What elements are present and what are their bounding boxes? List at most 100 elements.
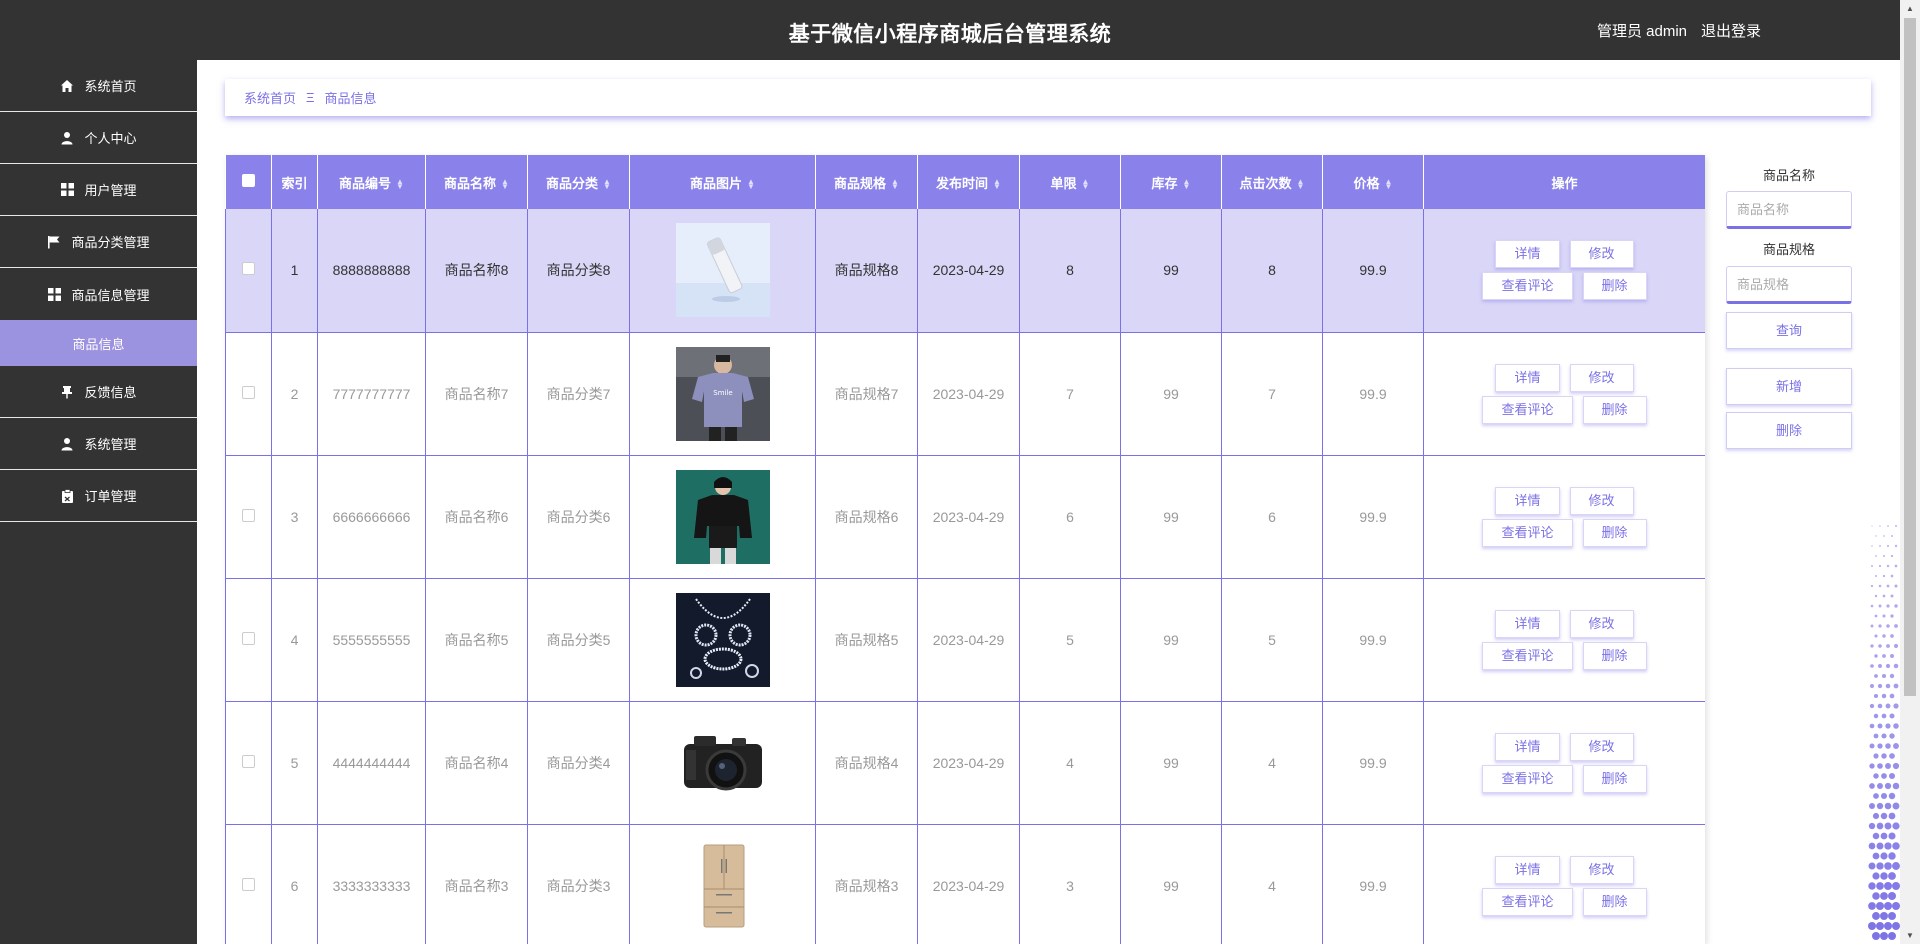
edit-button[interactable]: 修改 bbox=[1569, 363, 1634, 392]
batch-delete-button[interactable]: 删除 bbox=[1726, 412, 1852, 449]
scroll-up-arrow-icon[interactable]: ▲ bbox=[1900, 0, 1920, 17]
row-checkbox[interactable] bbox=[242, 754, 255, 768]
sidebar-item-users[interactable]: 用户管理 bbox=[0, 164, 197, 216]
sidebar-subitem-product-info[interactable]: 商品信息 bbox=[0, 320, 197, 366]
sidebar-item-profile[interactable]: 个人中心 bbox=[0, 112, 197, 164]
sort-icon[interactable]: ▲ ▼ bbox=[747, 178, 755, 191]
detail-button[interactable]: 详情 bbox=[1495, 363, 1560, 392]
delete-button[interactable]: 删除 bbox=[1582, 641, 1647, 670]
row-select-cell[interactable] bbox=[225, 332, 272, 456]
camera-image[interactable] bbox=[630, 715, 815, 810]
cell-price: 99.9 bbox=[1322, 455, 1424, 579]
sidebar-item-orders[interactable]: 订单管理 bbox=[0, 470, 197, 522]
cell-image[interactable]: Smile bbox=[629, 332, 816, 456]
cell-image[interactable] bbox=[629, 701, 816, 825]
sidebar-item-system[interactable]: 系统管理 bbox=[0, 418, 197, 470]
column-header-spec[interactable]: 商品规格 ▲ ▼ bbox=[815, 155, 918, 209]
column-header-image[interactable]: 商品图片 ▲ ▼ bbox=[629, 155, 816, 209]
row-select-cell[interactable] bbox=[225, 578, 272, 702]
view-comments-button[interactable]: 查看评论 bbox=[1482, 641, 1573, 670]
add-button[interactable]: 新增 bbox=[1726, 368, 1852, 405]
fridge-image[interactable] bbox=[630, 838, 815, 933]
detail-button[interactable]: 详情 bbox=[1495, 240, 1560, 269]
product-spec-input[interactable] bbox=[1726, 266, 1852, 304]
sidebar-item-home[interactable]: 系统首页 bbox=[0, 60, 197, 112]
sort-icon[interactable]: ▲ ▼ bbox=[1183, 178, 1191, 191]
row-select-cell[interactable] bbox=[225, 824, 272, 944]
edit-button[interactable]: 修改 bbox=[1569, 240, 1634, 269]
scroll-thumb[interactable] bbox=[1904, 18, 1916, 696]
sort-icon[interactable]: ▲ ▼ bbox=[396, 178, 404, 191]
breadcrumb-home[interactable]: 系统首页 bbox=[244, 88, 296, 107]
edit-button[interactable]: 修改 bbox=[1569, 609, 1634, 638]
view-comments-button[interactable]: 查看评论 bbox=[1482, 764, 1573, 793]
product-name-input[interactable] bbox=[1726, 191, 1852, 229]
cell-category: 商品分类3 bbox=[527, 824, 630, 944]
column-header-price[interactable]: 价格 ▲ ▼ bbox=[1322, 155, 1424, 209]
cell-image[interactable] bbox=[629, 578, 816, 702]
detail-button[interactable]: 详情 bbox=[1495, 855, 1560, 884]
column-header-name[interactable]: 商品名称 ▲ ▼ bbox=[425, 155, 528, 209]
delete-button[interactable]: 删除 bbox=[1582, 518, 1647, 547]
row-checkbox[interactable] bbox=[242, 508, 255, 522]
jacket-image[interactable] bbox=[630, 469, 815, 564]
tshirt-image[interactable]: Smile bbox=[630, 346, 815, 441]
column-header-stock[interactable]: 库存 ▲ ▼ bbox=[1120, 155, 1222, 209]
cell-name: 商品名称6 bbox=[425, 455, 528, 579]
delete-button[interactable]: 删除 bbox=[1582, 887, 1647, 916]
table-row: 3 6666666666 商品名称6 商品分类6 商品规格6 2023-04-2… bbox=[225, 455, 1705, 579]
row-checkbox[interactable] bbox=[242, 385, 255, 399]
view-comments-button[interactable]: 查看评论 bbox=[1482, 518, 1573, 547]
jewelry-image[interactable] bbox=[630, 592, 815, 687]
cell-image[interactable] bbox=[629, 209, 816, 333]
column-header-clicks[interactable]: 点击次数 ▲ ▼ bbox=[1221, 155, 1323, 209]
query-button[interactable]: 查询 bbox=[1726, 312, 1852, 349]
column-header-category[interactable]: 商品分类 ▲ ▼ bbox=[527, 155, 630, 209]
cell-date: 2023-04-29 bbox=[917, 455, 1020, 579]
view-comments-button[interactable]: 查看评论 bbox=[1482, 272, 1573, 301]
sort-icon[interactable]: ▲ ▼ bbox=[1297, 178, 1305, 191]
sidebar-item-product-manage[interactable]: 商品信息管理 bbox=[0, 268, 197, 320]
sort-icon[interactable]: ▲ ▼ bbox=[1082, 178, 1090, 191]
view-comments-button[interactable]: 查看评论 bbox=[1482, 887, 1573, 916]
sort-icon[interactable]: ▲ ▼ bbox=[603, 178, 611, 191]
delete-button[interactable]: 删除 bbox=[1582, 395, 1647, 424]
sidebar-item-category-manage[interactable]: 商品分类管理 bbox=[0, 216, 197, 268]
page-scrollbar[interactable]: ▲ ▼ bbox=[1900, 0, 1920, 944]
select-all-checkbox[interactable] bbox=[241, 174, 255, 187]
detail-button[interactable]: 详情 bbox=[1495, 732, 1560, 761]
sort-icon[interactable]: ▲ ▼ bbox=[1385, 178, 1393, 191]
cell-limit: 3 bbox=[1019, 824, 1121, 944]
cell-clicks: 4 bbox=[1221, 824, 1323, 944]
detail-button[interactable]: 详情 bbox=[1495, 609, 1560, 638]
logout-link[interactable]: 退出登录 bbox=[1701, 20, 1761, 41]
column-header-code[interactable]: 商品编号 ▲ ▼ bbox=[317, 155, 426, 209]
sidebar-item-label: 商品信息管理 bbox=[71, 287, 150, 303]
row-checkbox[interactable] bbox=[242, 631, 255, 645]
cell-name: 商品名称4 bbox=[425, 701, 528, 825]
sort-icon[interactable]: ▲ ▼ bbox=[501, 178, 509, 191]
cell-image[interactable] bbox=[629, 824, 816, 944]
delete-button[interactable]: 删除 bbox=[1582, 272, 1647, 301]
row-select-cell[interactable] bbox=[225, 209, 272, 333]
row-select-cell[interactable] bbox=[225, 701, 272, 825]
sort-icon[interactable]: ▲ ▼ bbox=[891, 178, 899, 191]
column-header-limit[interactable]: 单限 ▲ ▼ bbox=[1019, 155, 1121, 209]
scroll-down-arrow-icon[interactable]: ▼ bbox=[1900, 927, 1920, 944]
column-header-date[interactable]: 发布时间 ▲ ▼ bbox=[917, 155, 1020, 209]
cell-image[interactable] bbox=[629, 455, 816, 579]
select-all-header[interactable] bbox=[225, 155, 272, 209]
edit-button[interactable]: 修改 bbox=[1569, 732, 1634, 761]
row-checkbox[interactable] bbox=[242, 877, 255, 891]
delete-button[interactable]: 删除 bbox=[1582, 764, 1647, 793]
sort-icon[interactable]: ▲ ▼ bbox=[993, 178, 1001, 191]
detail-button[interactable]: 详情 bbox=[1495, 486, 1560, 515]
row-select-cell[interactable] bbox=[225, 455, 272, 579]
edit-button[interactable]: 修改 bbox=[1569, 855, 1634, 884]
sidebar-item-label: 商品分类管理 bbox=[71, 235, 150, 250]
sidebar-item-feedback[interactable]: 反馈信息 bbox=[0, 366, 197, 418]
edit-button[interactable]: 修改 bbox=[1569, 486, 1634, 515]
row-checkbox[interactable] bbox=[242, 262, 255, 276]
cosmetic-bottle-image[interactable] bbox=[630, 223, 815, 318]
view-comments-button[interactable]: 查看评论 bbox=[1482, 395, 1573, 424]
